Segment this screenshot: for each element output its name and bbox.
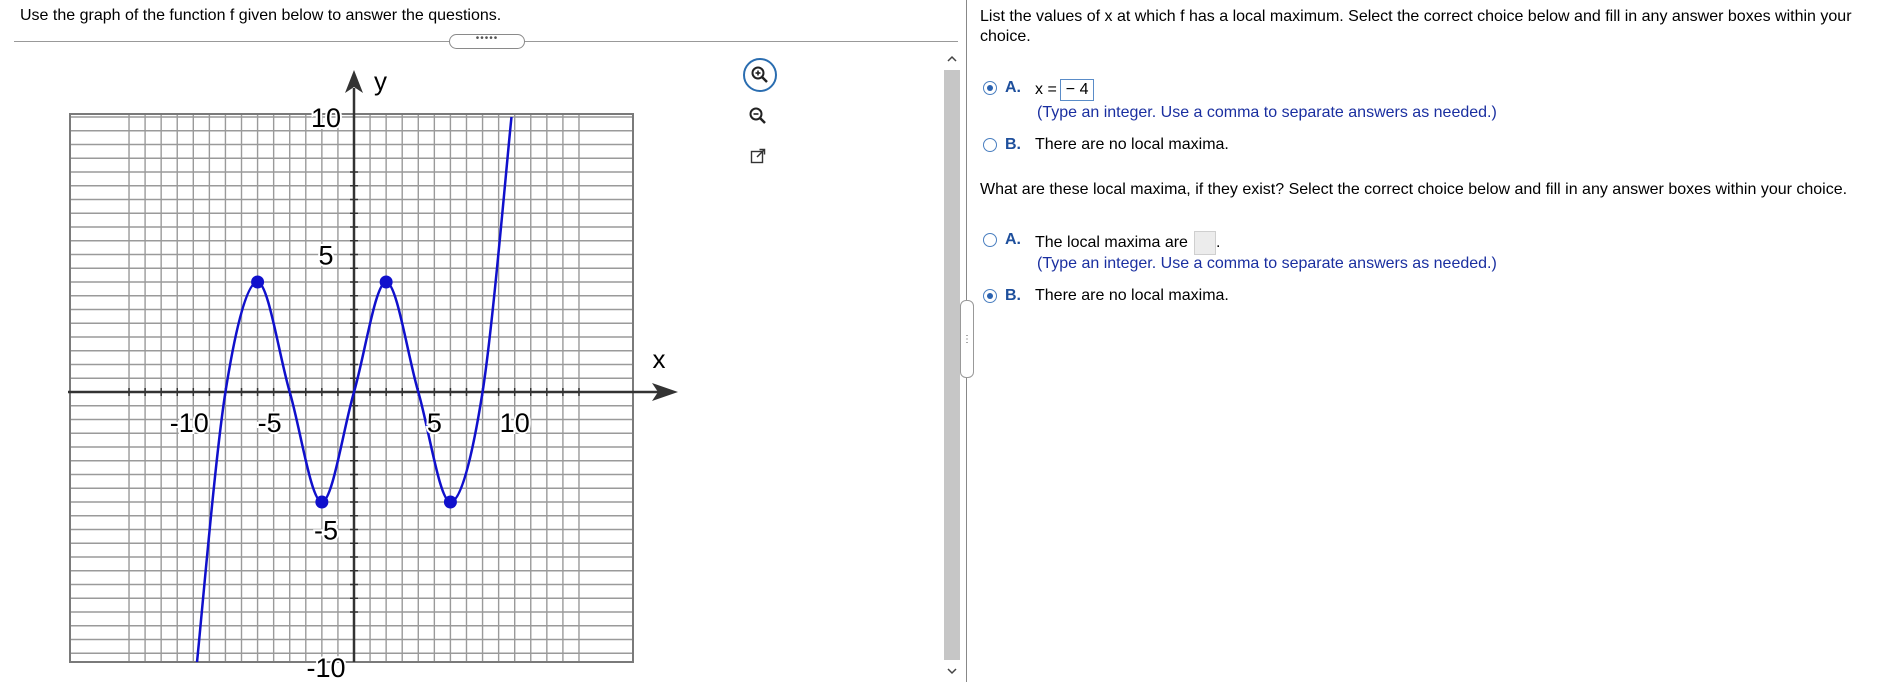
y-tick-label: 10 <box>311 103 341 133</box>
q1-choice-b[interactable]: B. There are no local maxima. <box>983 136 1229 154</box>
chevron-up-icon <box>947 55 957 62</box>
graph-grid <box>69 113 634 663</box>
collapse-handle[interactable]: ••••• <box>449 34 525 49</box>
y-tick-label: 5 <box>318 241 333 271</box>
q1-choice-a[interactable]: A. x = − 4 <box>983 79 1095 101</box>
q1-letter-a: A. <box>1005 79 1021 96</box>
q2-radio-a[interactable] <box>983 233 997 247</box>
zoom-out-icon <box>749 107 766 124</box>
zoom-in-icon <box>751 66 768 83</box>
q2-choice-b[interactable]: B. There are no local maxima. <box>983 287 1229 305</box>
instruction-text: Use the graph of the function f given be… <box>20 7 502 24</box>
x-axis-label: x <box>653 344 666 374</box>
popout-button[interactable] <box>743 141 773 171</box>
y-axis-label: y <box>374 66 387 96</box>
question-1-prompt: List the values of x at which f has a lo… <box>980 8 1852 45</box>
scroll-thumb[interactable] <box>944 70 960 660</box>
graph-panel: Use the graph of the function f given be… <box>0 0 965 682</box>
q2-radio-b[interactable] <box>983 289 997 303</box>
grid-border <box>69 113 634 663</box>
graph-scrollbar[interactable] <box>942 50 962 680</box>
marked-point <box>443 495 457 509</box>
question-2-prompt: What are these local maxima, if they exi… <box>980 181 1848 198</box>
zoom-out-button[interactable] <box>743 101 773 131</box>
q1-choice-a-content: x = − 4 <box>1035 79 1095 101</box>
q2-choice-b-text: There are no local maxima. <box>1035 287 1229 304</box>
q2-hint: (Type an integer. Use a comma to separat… <box>1037 255 1497 272</box>
marked-point <box>315 495 329 509</box>
q1-answer-box[interactable]: − 4 <box>1059 79 1095 101</box>
y-tick-label: -10 <box>306 653 345 682</box>
y-tick-label: -5 <box>314 516 338 546</box>
scroll-down-button[interactable] <box>942 662 962 680</box>
q2-choice-a[interactable]: A. The local maxima are. <box>983 231 1220 255</box>
marked-point <box>379 275 393 289</box>
q1-letter-b: B. <box>1005 136 1021 153</box>
x-tick-label: -10 <box>170 408 209 438</box>
q1-radio-a[interactable] <box>983 81 997 95</box>
split-resize-handle[interactable]: ⋮ <box>960 300 974 378</box>
q2-choice-a-content: The local maxima are. <box>1035 231 1220 255</box>
q1-choice-b-text: There are no local maxima. <box>1035 136 1229 153</box>
function-graph: -10 -5 5 10 -10 -5 5 10 x y <box>68 66 678 682</box>
q2-choice-a-period: . <box>1215 234 1221 252</box>
chevron-down-icon <box>947 668 957 675</box>
popout-icon <box>750 148 766 164</box>
q2-letter-a: A. <box>1005 231 1021 248</box>
scroll-up-button[interactable] <box>942 50 962 68</box>
q2-answer-box[interactable] <box>1193 231 1216 255</box>
x-tick-label: -5 <box>258 408 282 438</box>
x-tick-label: 10 <box>500 408 530 438</box>
x-tick-label: 5 <box>427 408 442 438</box>
zoom-in-button[interactable] <box>743 58 777 92</box>
question-panel: List the values of x at which f has a lo… <box>980 0 1880 682</box>
q2-choice-a-text: The local maxima are <box>1035 234 1188 252</box>
q2-letter-b: B. <box>1005 287 1021 304</box>
q1-x-equals: x = <box>1035 81 1057 98</box>
q1-hint: (Type an integer. Use a comma to separat… <box>1037 104 1497 121</box>
marked-point <box>251 275 265 289</box>
q1-radio-b[interactable] <box>983 138 997 152</box>
